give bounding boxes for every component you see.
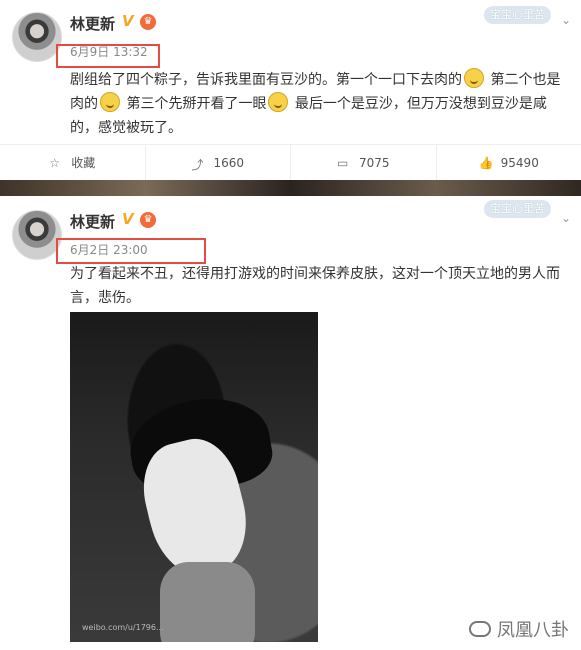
brand-watermark: 凤凰八卦 — [469, 616, 569, 642]
smile-emoji-icon — [464, 68, 484, 88]
repost-button[interactable]: ⤴ 1660 — [146, 145, 291, 180]
smile-emoji-icon — [100, 92, 120, 112]
photo-neck-shape — [160, 562, 255, 642]
like-button[interactable]: 👍 95490 — [437, 145, 581, 180]
section-divider — [0, 180, 581, 196]
brand-name: 凤凰八卦 — [497, 620, 569, 641]
username[interactable]: 林更新 — [70, 211, 115, 232]
crown-icon: ♛ — [140, 14, 156, 30]
favorite-button[interactable]: ☆ 收藏 — [0, 145, 146, 180]
post-actions: ☆ 收藏 ⤴ 1660 ▭ 7075 👍 95490 — [0, 144, 581, 180]
avatar[interactable] — [12, 210, 62, 260]
star-icon: ☆ — [49, 155, 60, 170]
content-part: 剧组给了四个粽子，告诉我里面有豆沙的。第一个一口下去肉的 — [70, 72, 462, 88]
comment-icon: ▭ — [336, 155, 349, 170]
repost-count: 1660 — [213, 155, 245, 170]
verified-icon: V — [122, 12, 134, 30]
avatar[interactable] — [12, 12, 62, 62]
chevron-down-icon[interactable]: ⌄ — [559, 211, 573, 225]
weibo-post-1: 林更新 V ♛ 宝宝心里苦 ⌄ 6月9日 13:32 剧组给了四个粽子，告诉我里… — [0, 0, 581, 180]
chevron-down-icon[interactable]: ⌄ — [559, 13, 573, 27]
comment-button[interactable]: ▭ 7075 — [291, 145, 437, 180]
thumbs-up-icon: 👍 — [478, 155, 494, 170]
brand-logo-icon — [469, 621, 491, 637]
crown-icon: ♛ — [140, 212, 156, 228]
post-content: 剧组给了四个粽子，告诉我里面有豆沙的。第一个一口下去肉的 第二个也是肉的 第三个… — [70, 68, 561, 140]
user-tag: 宝宝心里苦 — [484, 200, 551, 218]
verified-icon: V — [122, 210, 134, 228]
post-content: 为了看起来不丑，还得用打游戏的时间来保养皮肤，这对一个顶天立地的男人而言，悲伤。 — [70, 266, 560, 306]
repost-icon: ⤴ — [191, 157, 204, 172]
photo-watermark: weibo.com/u/1796... — [82, 623, 164, 632]
comment-count: 7075 — [358, 155, 390, 170]
favorite-label: 收藏 — [71, 156, 96, 170]
smile-emoji-icon — [268, 92, 289, 112]
user-tag: 宝宝心里苦 — [484, 6, 551, 24]
username[interactable]: 林更新 — [70, 13, 115, 34]
like-count: 95490 — [500, 155, 539, 170]
content-part: 第三个先掰开看了一眼 — [122, 96, 267, 112]
post-photo[interactable]: weibo.com/u/1796... — [70, 312, 318, 642]
highlight-box — [56, 238, 206, 264]
weibo-post-2: 林更新 V ♛ 宝宝心里苦 ⌄ 6月2日 23:00 为了看起来不丑，还得用打游… — [0, 196, 581, 650]
highlight-box — [56, 44, 160, 68]
